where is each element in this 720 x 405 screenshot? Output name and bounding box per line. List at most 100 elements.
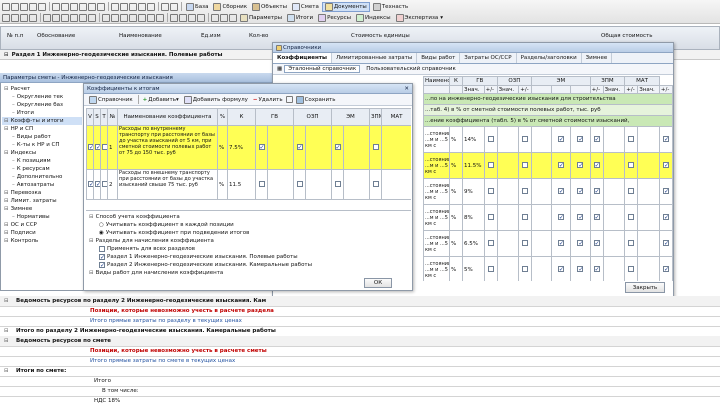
ref-col-mat[interactable]: МАТ bbox=[624, 76, 660, 86]
checkbox[interactable] bbox=[557, 266, 564, 272]
tree-item[interactable]: ⊟ ОС и ССР bbox=[2, 221, 82, 229]
base-button[interactable]: База bbox=[184, 2, 210, 12]
resource-icon[interactable] bbox=[88, 13, 96, 22]
calc-icon[interactable] bbox=[147, 2, 155, 11]
checkbox[interactable] bbox=[95, 144, 100, 150]
coef-option[interactable]: ◉ Учитывать коэффициент при подведении ит… bbox=[89, 229, 408, 237]
percent-icon[interactable] bbox=[79, 13, 87, 22]
col-qty[interactable]: Кол-во bbox=[249, 33, 268, 39]
expand-icon[interactable]: ⊟ bbox=[89, 238, 94, 244]
checkbox[interactable] bbox=[593, 214, 600, 220]
checkbox[interactable] bbox=[88, 181, 93, 187]
close-button[interactable]: Закрыть bbox=[625, 282, 665, 293]
coef-col-name[interactable]: Наименование коэффициента bbox=[117, 108, 218, 126]
checkbox[interactable] bbox=[593, 136, 600, 142]
col-unit[interactable]: Ед.изм bbox=[201, 33, 221, 39]
coef-col-osp[interactable]: ОЗП bbox=[293, 108, 333, 126]
underline-icon[interactable] bbox=[61, 13, 69, 22]
checkbox[interactable] bbox=[522, 265, 529, 272]
checkbox[interactable] bbox=[628, 239, 635, 246]
insert-icon[interactable] bbox=[2, 13, 10, 22]
reference-button[interactable]: Справочник bbox=[87, 95, 135, 105]
ref-group-row[interactable]: ...таб. 4) в % от сметной стоимости поле… bbox=[423, 104, 673, 116]
ref-col-zpm[interactable]: ЗПМ bbox=[589, 76, 626, 86]
checkbox[interactable] bbox=[577, 162, 584, 168]
ref-col-osp[interactable]: ОЗП bbox=[496, 76, 533, 86]
checkbox[interactable] bbox=[577, 240, 584, 246]
coef-option[interactable]: ○ Учитывать коэффициент в каждой позиции bbox=[89, 221, 408, 229]
close-icon[interactable] bbox=[111, 2, 119, 11]
coef-col-gv[interactable]: ГВ bbox=[254, 108, 295, 126]
checkbox[interactable] bbox=[577, 266, 584, 272]
checkbox[interactable] bbox=[557, 214, 564, 220]
tree-item[interactable]: – Итоги bbox=[2, 109, 82, 117]
layout-icon[interactable] bbox=[229, 13, 237, 22]
col-unit-cost[interactable]: Стоимость единицы bbox=[351, 33, 410, 39]
documents-button[interactable]: Документы bbox=[321, 1, 370, 12]
checkbox[interactable] bbox=[88, 144, 93, 150]
edit-icon[interactable] bbox=[285, 96, 293, 103]
tree-item[interactable]: – Округление тек bbox=[2, 93, 82, 101]
coef-col-t[interactable]: T bbox=[100, 108, 108, 126]
expand-icon[interactable]: ⊟ bbox=[89, 214, 94, 220]
checkbox[interactable] bbox=[662, 162, 669, 168]
totals-button[interactable]: Итоги bbox=[285, 13, 315, 23]
window-icon[interactable] bbox=[211, 13, 219, 22]
params-button[interactable]: Параметры bbox=[238, 13, 284, 23]
paste-icon[interactable] bbox=[79, 2, 87, 11]
checkbox[interactable] bbox=[522, 213, 529, 220]
tree-item[interactable]: ⊟ Лимит. затраты bbox=[2, 197, 82, 205]
table-icon[interactable] bbox=[138, 2, 146, 11]
redo-icon[interactable] bbox=[61, 2, 69, 11]
coef-row[interactable]: 2Расходы по внешнему транспорту при расс… bbox=[86, 169, 411, 200]
flag-icon[interactable] bbox=[111, 13, 119, 22]
ref-tab[interactable]: Затраты ОС/ССР bbox=[460, 53, 517, 63]
tree-item[interactable]: ⊟ Коэфф-ты и итоги bbox=[2, 117, 82, 125]
ref-group-row[interactable]: ...ение коэффициента (табл. 5) в % от см… bbox=[423, 115, 673, 127]
coef-col-mat[interactable]: МАТ bbox=[381, 108, 411, 126]
checkbox[interactable] bbox=[99, 246, 105, 252]
subtab-etalon[interactable]: Эталонный справочник bbox=[284, 65, 361, 73]
ref-col-em[interactable]: ЭМ bbox=[531, 76, 591, 86]
chevron-down-icon[interactable]: ▾ bbox=[440, 15, 443, 21]
ref-tab[interactable]: Разделы/заголовки bbox=[517, 53, 582, 63]
sum-icon[interactable] bbox=[70, 13, 78, 22]
checkbox[interactable] bbox=[334, 180, 341, 187]
expand-icon[interactable]: ⊟ bbox=[4, 328, 14, 334]
coef-col-s[interactable]: S bbox=[93, 108, 101, 126]
tree-item[interactable]: ⊟ Индексы bbox=[2, 149, 82, 157]
key-icon[interactable] bbox=[188, 13, 196, 22]
save-icon[interactable] bbox=[20, 2, 28, 11]
tree-item[interactable]: – Округление баз bbox=[2, 101, 82, 109]
up-icon[interactable] bbox=[20, 13, 28, 22]
checkbox[interactable] bbox=[577, 214, 584, 220]
checkbox[interactable] bbox=[487, 161, 494, 168]
tree-item[interactable]: – Нормативы bbox=[2, 213, 82, 221]
tree-item[interactable]: ⊟ Контроль bbox=[2, 237, 82, 245]
checkbox[interactable] bbox=[557, 240, 564, 246]
star-icon[interactable] bbox=[120, 13, 128, 22]
checkbox[interactable] bbox=[662, 214, 669, 220]
checkbox[interactable] bbox=[628, 161, 635, 168]
undo-icon[interactable] bbox=[52, 2, 60, 11]
ref-row[interactable]: ...стоянии ...м и ...5 км с% 14% bbox=[423, 126, 673, 153]
ref-group-row[interactable]: ...по на инженерно-геодезические изыскан… bbox=[423, 93, 673, 105]
grid-icon[interactable] bbox=[220, 13, 228, 22]
expand-icon[interactable]: ⊟ bbox=[4, 368, 14, 374]
coef-col-vs[interactable]: V bbox=[86, 108, 94, 126]
tree-item[interactable]: – Дополнительно bbox=[2, 173, 82, 181]
coef-option[interactable]: ⊟ Виды работ для начисления коэффициента bbox=[89, 269, 408, 277]
col-name[interactable]: Наименование bbox=[119, 33, 162, 39]
checkbox[interactable] bbox=[258, 180, 265, 187]
export-icon[interactable] bbox=[138, 13, 146, 22]
ref-tab[interactable]: Виды работ bbox=[417, 53, 461, 63]
coef-col-pct[interactable]: % bbox=[217, 108, 228, 126]
coef-option[interactable]: Раздел 1 Инженерно-геодезические изыскан… bbox=[89, 253, 408, 261]
ref-col-gv[interactable]: ГВ bbox=[461, 76, 498, 86]
list-icon[interactable] bbox=[161, 2, 169, 11]
copy-icon[interactable] bbox=[38, 2, 46, 11]
tree-item[interactable]: ⊟ Расчет bbox=[2, 85, 82, 93]
indexes-button[interactable]: Индексы bbox=[354, 13, 393, 23]
expand-icon[interactable]: ⊟ bbox=[89, 270, 94, 276]
checkbox[interactable] bbox=[487, 265, 494, 272]
